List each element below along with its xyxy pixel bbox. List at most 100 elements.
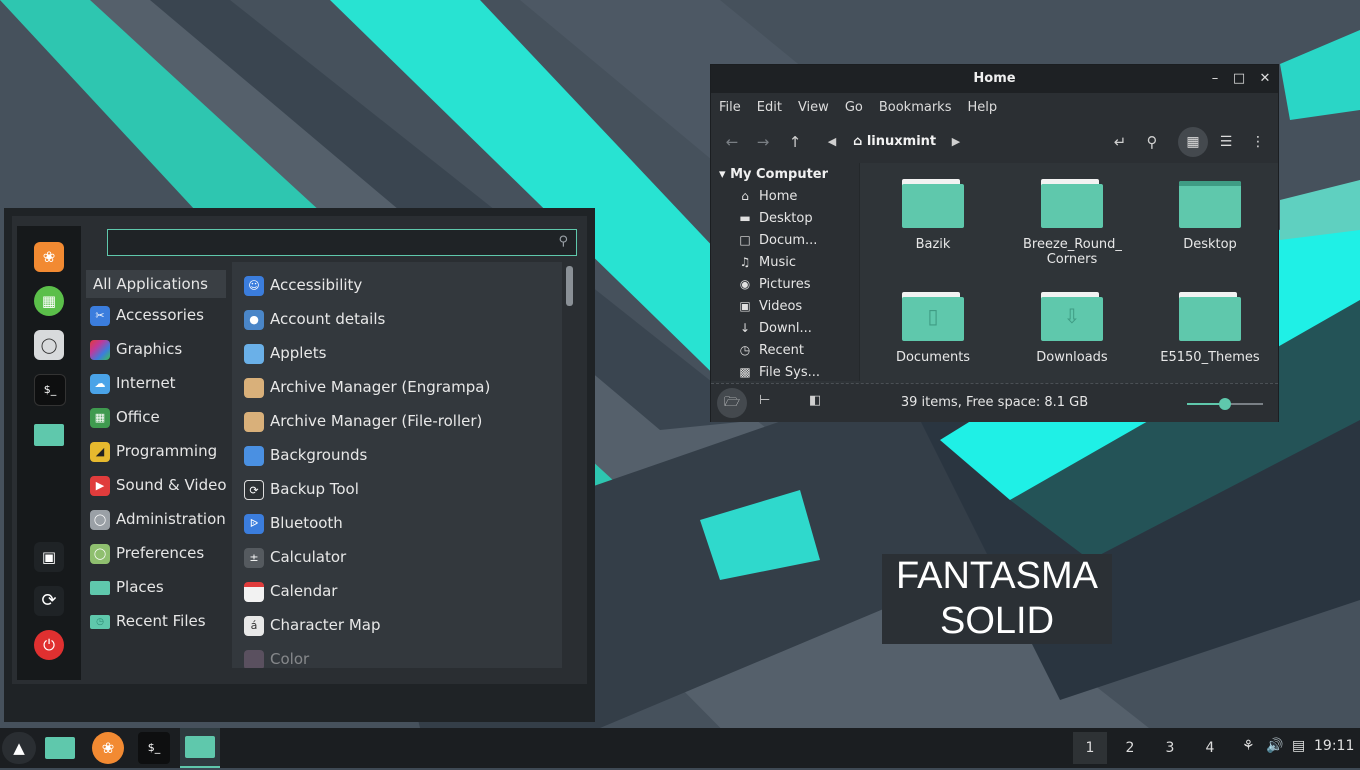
sidebar-item-label: File Sys... <box>759 365 821 380</box>
category-sound-video[interactable]: ▶ Sound & Video <box>86 471 227 499</box>
menu-bar: File Edit View Go Bookmarks Help <box>711 93 1278 121</box>
power-icon[interactable]: ⏻ <box>34 630 64 660</box>
minimize-icon[interactable]: – <box>1205 69 1225 89</box>
sidebar-item-recent[interactable]: ◷ Recent <box>737 339 804 361</box>
menu-launcher-icon[interactable]: ▲ <box>2 732 36 764</box>
file-manager-window[interactable]: Home – □ ✕ File Edit View Go Bookmarks H… <box>710 64 1279 422</box>
app-archive-file-roller[interactable]: Archive Manager (File-roller) <box>244 408 482 434</box>
sidebar-item-label: Home <box>759 189 798 204</box>
terminal-launcher-icon[interactable]: $_ <box>138 732 170 764</box>
network-icon[interactable]: ⚘ <box>1242 738 1255 754</box>
sidebar-header[interactable]: ▾ My Computer <box>719 167 828 182</box>
clock[interactable]: 19:11 <box>1314 738 1354 754</box>
category-label: All Applications <box>93 275 208 293</box>
list-view-icon[interactable]: ☰ <box>1211 127 1241 157</box>
close-icon[interactable]: ✕ <box>1255 69 1275 89</box>
breadcrumb-left-icon[interactable]: ◀ <box>821 131 843 153</box>
category-places[interactable]: Places <box>86 573 226 601</box>
sidebar-item-music[interactable]: ♫ Music <box>737 251 796 273</box>
search-input[interactable] <box>108 230 548 255</box>
compact-view-icon[interactable]: ⋮ <box>1243 127 1273 157</box>
terminal-icon[interactable]: $_ <box>34 374 66 406</box>
category-preferences[interactable]: ◯ Preferences <box>86 539 226 567</box>
sidebar-item-downloads[interactable]: ↓ Downl... <box>737 317 812 339</box>
app-character-map[interactable]: á Character Map <box>244 612 380 638</box>
sidebar-item-home[interactable]: ⌂ Home <box>737 185 797 207</box>
folder-item[interactable]: ⇩ Downloads <box>1007 292 1137 365</box>
folder-item[interactable]: E5150_Themes <box>1145 292 1275 365</box>
folder-item[interactable]: Breeze_Round_ Corners <box>1007 179 1137 267</box>
search-icon[interactable]: ⚲ <box>1141 131 1163 153</box>
zoom-slider[interactable] <box>1187 398 1263 410</box>
category-office[interactable]: ▦ Office <box>86 403 226 431</box>
category-all-applications[interactable]: All Applications <box>86 270 226 298</box>
app-backup-tool[interactable]: ⟳ Backup Tool <box>244 476 359 502</box>
menu-edit[interactable]: Edit <box>757 100 782 115</box>
workspace-1[interactable]: 1 <box>1073 732 1107 764</box>
forward-arrow-icon[interactable]: → <box>752 131 774 153</box>
software-manager-icon[interactable]: ▦ <box>34 286 64 316</box>
workspace-2[interactable]: 2 <box>1113 732 1147 764</box>
window-title: Home <box>973 71 1016 86</box>
settings-toggle-icon[interactable]: ◯ <box>34 330 64 360</box>
sidebar-item-pictures[interactable]: ◉ Pictures <box>737 273 811 295</box>
workspace-3[interactable]: 3 <box>1153 732 1187 764</box>
folder-item[interactable]: Desktop <box>1145 179 1275 252</box>
app-account-details[interactable]: ● Account details <box>244 306 385 332</box>
sidebar-item-documents[interactable]: □ Docum... <box>737 229 817 251</box>
firefox-launcher-icon[interactable]: ❀ <box>92 732 124 764</box>
download-icon: ↓ <box>739 321 751 335</box>
zoom-slider-handle[interactable] <box>1219 398 1231 410</box>
app-color[interactable]: Color <box>244 646 309 668</box>
menu-bookmarks[interactable]: Bookmarks <box>879 100 952 115</box>
menu-file[interactable]: File <box>719 100 741 115</box>
sidebar-item-videos[interactable]: ▣ Videos <box>737 295 802 317</box>
icon-view-icon[interactable]: ▦ <box>1178 127 1208 157</box>
app-archive-engrampa[interactable]: Archive Manager (Engrampa) <box>244 374 490 400</box>
category-graphics[interactable]: Graphics <box>86 335 226 363</box>
up-arrow-icon[interactable]: ↑ <box>784 131 806 153</box>
logout-icon[interactable]: ⟳ <box>34 586 64 616</box>
menu-view[interactable]: View <box>798 100 829 115</box>
folder-item[interactable]: Bazik <box>868 179 998 252</box>
menu-help[interactable]: Help <box>967 100 997 115</box>
workspace-4[interactable]: 4 <box>1193 732 1227 764</box>
app-accessibility[interactable]: ☺ Accessibility <box>244 272 362 298</box>
back-arrow-icon[interactable]: ← <box>721 131 743 153</box>
folder-icon <box>902 179 964 229</box>
folder-item[interactable]: ▯ Documents <box>868 292 998 365</box>
sidebar-item-filesystem[interactable]: ▩ File Sys... <box>737 361 820 383</box>
clipboard-icon[interactable]: ▤ <box>1292 738 1305 754</box>
category-administration[interactable]: ◯ Administration <box>86 505 226 533</box>
menu-go[interactable]: Go <box>845 100 863 115</box>
title-bar[interactable]: Home – □ ✕ <box>711 65 1278 93</box>
app-bluetooth[interactable]: ᐉ Bluetooth <box>244 510 343 536</box>
app-calendar[interactable]: Calendar <box>244 578 337 604</box>
app-backgrounds[interactable]: Backgrounds <box>244 442 367 468</box>
volume-icon[interactable]: 🔊 <box>1266 738 1283 754</box>
location-toggle-icon[interactable]: ↵ <box>1109 131 1131 153</box>
category-programming[interactable]: ◢ Programming <box>86 437 226 465</box>
category-recent-files[interactable]: ◷ Recent Files <box>86 607 226 635</box>
app-applets[interactable]: Applets <box>244 340 326 366</box>
status-bar: 🗁 ⊢ ◧ 39 items, Free space: 8.1 GB <box>711 383 1278 422</box>
scrollbar-thumb[interactable] <box>566 266 573 306</box>
breadcrumb-right-icon[interactable]: ▶ <box>945 131 967 153</box>
applets-icon <box>244 343 264 364</box>
maximize-icon[interactable]: □ <box>1229 69 1249 89</box>
category-internet[interactable]: ☁ Internet <box>86 369 226 397</box>
folder-icon[interactable] <box>34 424 64 446</box>
applications-list: ☺ Accessibility ● Account details Applets … <box>232 262 562 668</box>
sidebar-item-label: Recent <box>759 343 804 358</box>
app-calculator[interactable]: ± Calculator <box>244 544 346 570</box>
sidebar-item-desktop[interactable]: ▬ Desktop <box>737 207 812 229</box>
search-field[interactable]: ⚲ <box>107 229 577 256</box>
lock-icon[interactable]: ▣ <box>34 542 64 572</box>
firefox-icon[interactable]: ❀ <box>34 242 64 272</box>
palette-icon <box>90 339 110 360</box>
file-manager-window-button[interactable] <box>180 728 220 768</box>
file-manager-launcher-icon[interactable] <box>44 732 76 764</box>
breadcrumb[interactable]: ⌂ linuxmint <box>853 131 936 153</box>
applications-scrollbar[interactable] <box>566 266 573 668</box>
category-accessories[interactable]: ✂ Accessories <box>86 301 226 329</box>
